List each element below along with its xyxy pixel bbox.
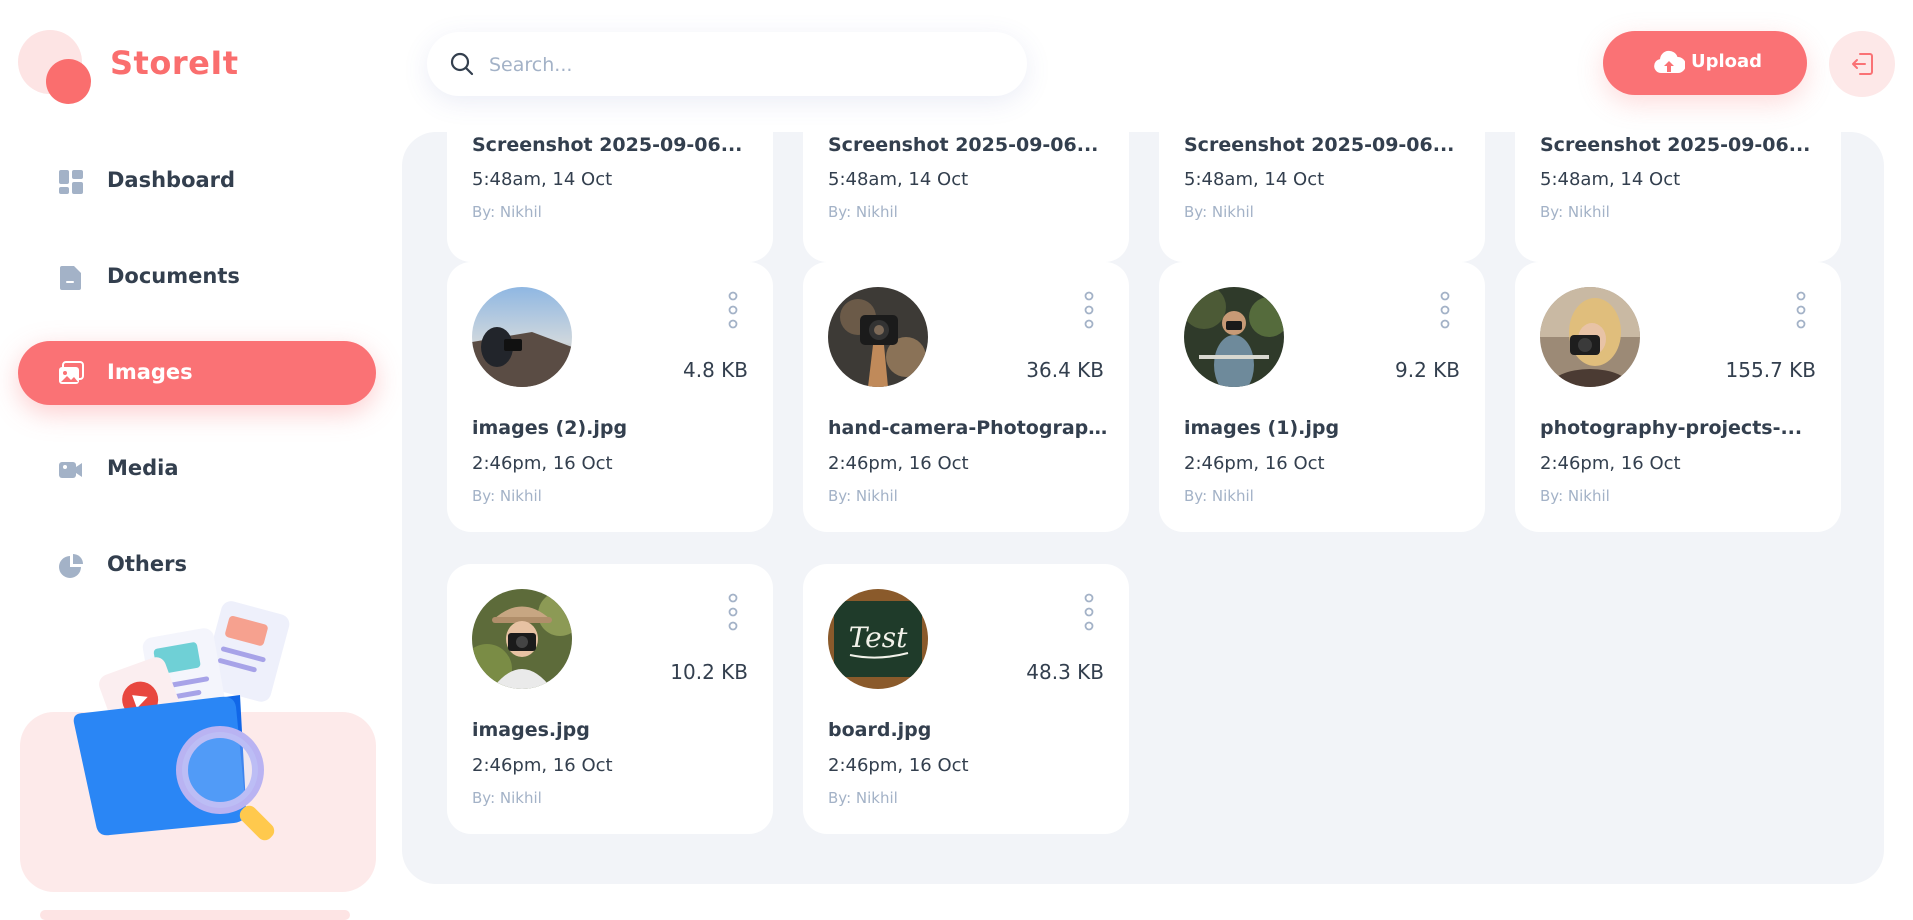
- file-owner: By: Nikhil: [1184, 487, 1254, 505]
- file-owner: By: Nikhil: [1540, 487, 1610, 505]
- documents-icon: [60, 266, 81, 290]
- dashboard-icon: [59, 170, 83, 194]
- file-owner: By: Nikhil: [828, 203, 898, 221]
- board-thumbnail-text: Test: [849, 621, 908, 654]
- more-options-icon[interactable]: [725, 290, 741, 330]
- file-date: 2:46pm, 16 Oct: [472, 453, 613, 474]
- file-owner: By: Nikhil: [1184, 203, 1254, 221]
- file-owner: By: Nikhil: [472, 203, 542, 221]
- more-options-icon[interactable]: [1081, 290, 1097, 330]
- file-owner: By: Nikhil: [828, 789, 898, 807]
- file-thumbnail: [1540, 287, 1640, 387]
- file-card[interactable]: Screenshot 2025-09-06... 5:48am, 14 Oct …: [803, 132, 1129, 262]
- file-size: 4.8 KB: [683, 358, 748, 382]
- file-name: images (2).jpg: [472, 417, 628, 439]
- files-grid-container[interactable]: Screenshot 2025-09-06... 5:48am, 14 Oct …: [402, 132, 1884, 884]
- file-card[interactable]: Screenshot 2025-09-06... 5:48am, 14 Oct …: [1515, 132, 1841, 262]
- file-date: 2:46pm, 16 Oct: [1540, 453, 1681, 474]
- file-date: 2:46pm, 16 Oct: [828, 755, 969, 776]
- search-bar[interactable]: [427, 32, 1027, 96]
- file-date: 5:48am, 14 Oct: [1184, 169, 1325, 190]
- images-icon: [59, 361, 84, 384]
- file-size: 155.7 KB: [1725, 358, 1816, 382]
- more-options-icon[interactable]: [1081, 592, 1097, 632]
- file-thumbnail: [1184, 287, 1284, 387]
- sidebar-item-label: Documents: [107, 264, 240, 288]
- sidebar-item-label: Media: [107, 456, 179, 480]
- file-card[interactable]: 9.2 KB images (1).jpg 2:46pm, 16 Oct By:…: [1159, 262, 1485, 532]
- file-name: images.jpg: [472, 719, 590, 741]
- app-name: StoreIt: [110, 44, 239, 82]
- file-owner: By: Nikhil: [828, 487, 898, 505]
- file-card[interactable]: Screenshot 2025-09-06... 5:48am, 14 Oct …: [1159, 132, 1485, 262]
- sidebar-item-label: Dashboard: [107, 168, 236, 192]
- search-input[interactable]: [487, 46, 991, 84]
- logout-button[interactable]: [1829, 31, 1895, 97]
- file-date: 2:46pm, 16 Oct: [472, 755, 613, 776]
- sidebar-item-media[interactable]: Media: [18, 437, 376, 501]
- file-size: 10.2 KB: [670, 660, 748, 684]
- file-date: 5:48am, 14 Oct: [828, 169, 969, 190]
- more-options-icon[interactable]: [1793, 290, 1809, 330]
- file-owner: By: Nikhil: [1540, 203, 1610, 221]
- sidebar-item-dashboard[interactable]: Dashboard: [18, 149, 376, 213]
- more-options-icon[interactable]: [725, 592, 741, 632]
- sidebar-item-others[interactable]: Others: [18, 533, 376, 597]
- upload-button[interactable]: Upload: [1603, 31, 1807, 95]
- file-name: photography-projects-...: [1540, 417, 1803, 439]
- file-thumbnail: Test: [828, 589, 928, 689]
- file-name: Screenshot 2025-09-06...: [1184, 134, 1455, 156]
- sidebar-item-documents[interactable]: Documents: [18, 245, 376, 309]
- upload-label: Upload: [1691, 51, 1763, 72]
- file-thumbnail: [472, 589, 572, 689]
- file-name: Screenshot 2025-09-06...: [1540, 134, 1811, 156]
- media-icon: [59, 462, 82, 478]
- folder-illustration: [73, 601, 290, 841]
- file-date: 2:46pm, 16 Oct: [1184, 453, 1325, 474]
- file-card[interactable]: Test 48.3 KB board.jpg 2:46pm, 16 Oct By…: [803, 564, 1129, 834]
- file-owner: By: Nikhil: [472, 789, 542, 807]
- sidebar-item-label: Others: [107, 552, 187, 576]
- file-card[interactable]: 36.4 KB hand-camera-Photography... 2:46p…: [803, 262, 1129, 532]
- file-date: 2:46pm, 16 Oct: [828, 453, 969, 474]
- search-icon: [450, 52, 474, 76]
- file-card[interactable]: 10.2 KB images.jpg 2:46pm, 16 Oct By: Ni…: [447, 564, 773, 834]
- file-date: 5:48am, 14 Oct: [1540, 169, 1681, 190]
- file-size: 48.3 KB: [1026, 660, 1104, 684]
- file-date: 5:48am, 14 Oct: [472, 169, 613, 190]
- file-name: board.jpg: [828, 719, 932, 741]
- more-options-icon[interactable]: [1437, 290, 1453, 330]
- sidebar-item-images[interactable]: Images: [18, 341, 376, 405]
- file-name: images (1).jpg: [1184, 417, 1340, 439]
- file-card[interactable]: Screenshot 2025-09-06... 5:48am, 14 Oct …: [447, 132, 773, 262]
- file-thumbnail: [828, 287, 928, 387]
- file-owner: By: Nikhil: [472, 487, 542, 505]
- logo-icon: [18, 30, 98, 105]
- file-card[interactable]: 4.8 KB images (2).jpg 2:46pm, 16 Oct By:…: [447, 262, 773, 532]
- file-name: Screenshot 2025-09-06...: [828, 134, 1099, 156]
- file-name: hand-camera-Photography...: [828, 417, 1108, 439]
- file-size: 36.4 KB: [1026, 358, 1104, 382]
- sidebar-item-label: Images: [107, 360, 193, 384]
- logout-icon: [1852, 53, 1873, 75]
- others-icon: [59, 554, 83, 578]
- app-logo[interactable]: StoreIt: [18, 30, 238, 105]
- cloud-upload-icon: [1654, 50, 1685, 73]
- file-name: Screenshot 2025-09-06...: [472, 134, 743, 156]
- file-card[interactable]: 155.7 KB photography-projects-... 2:46pm…: [1515, 262, 1841, 532]
- file-thumbnail: [472, 287, 572, 387]
- file-size: 9.2 KB: [1395, 358, 1460, 382]
